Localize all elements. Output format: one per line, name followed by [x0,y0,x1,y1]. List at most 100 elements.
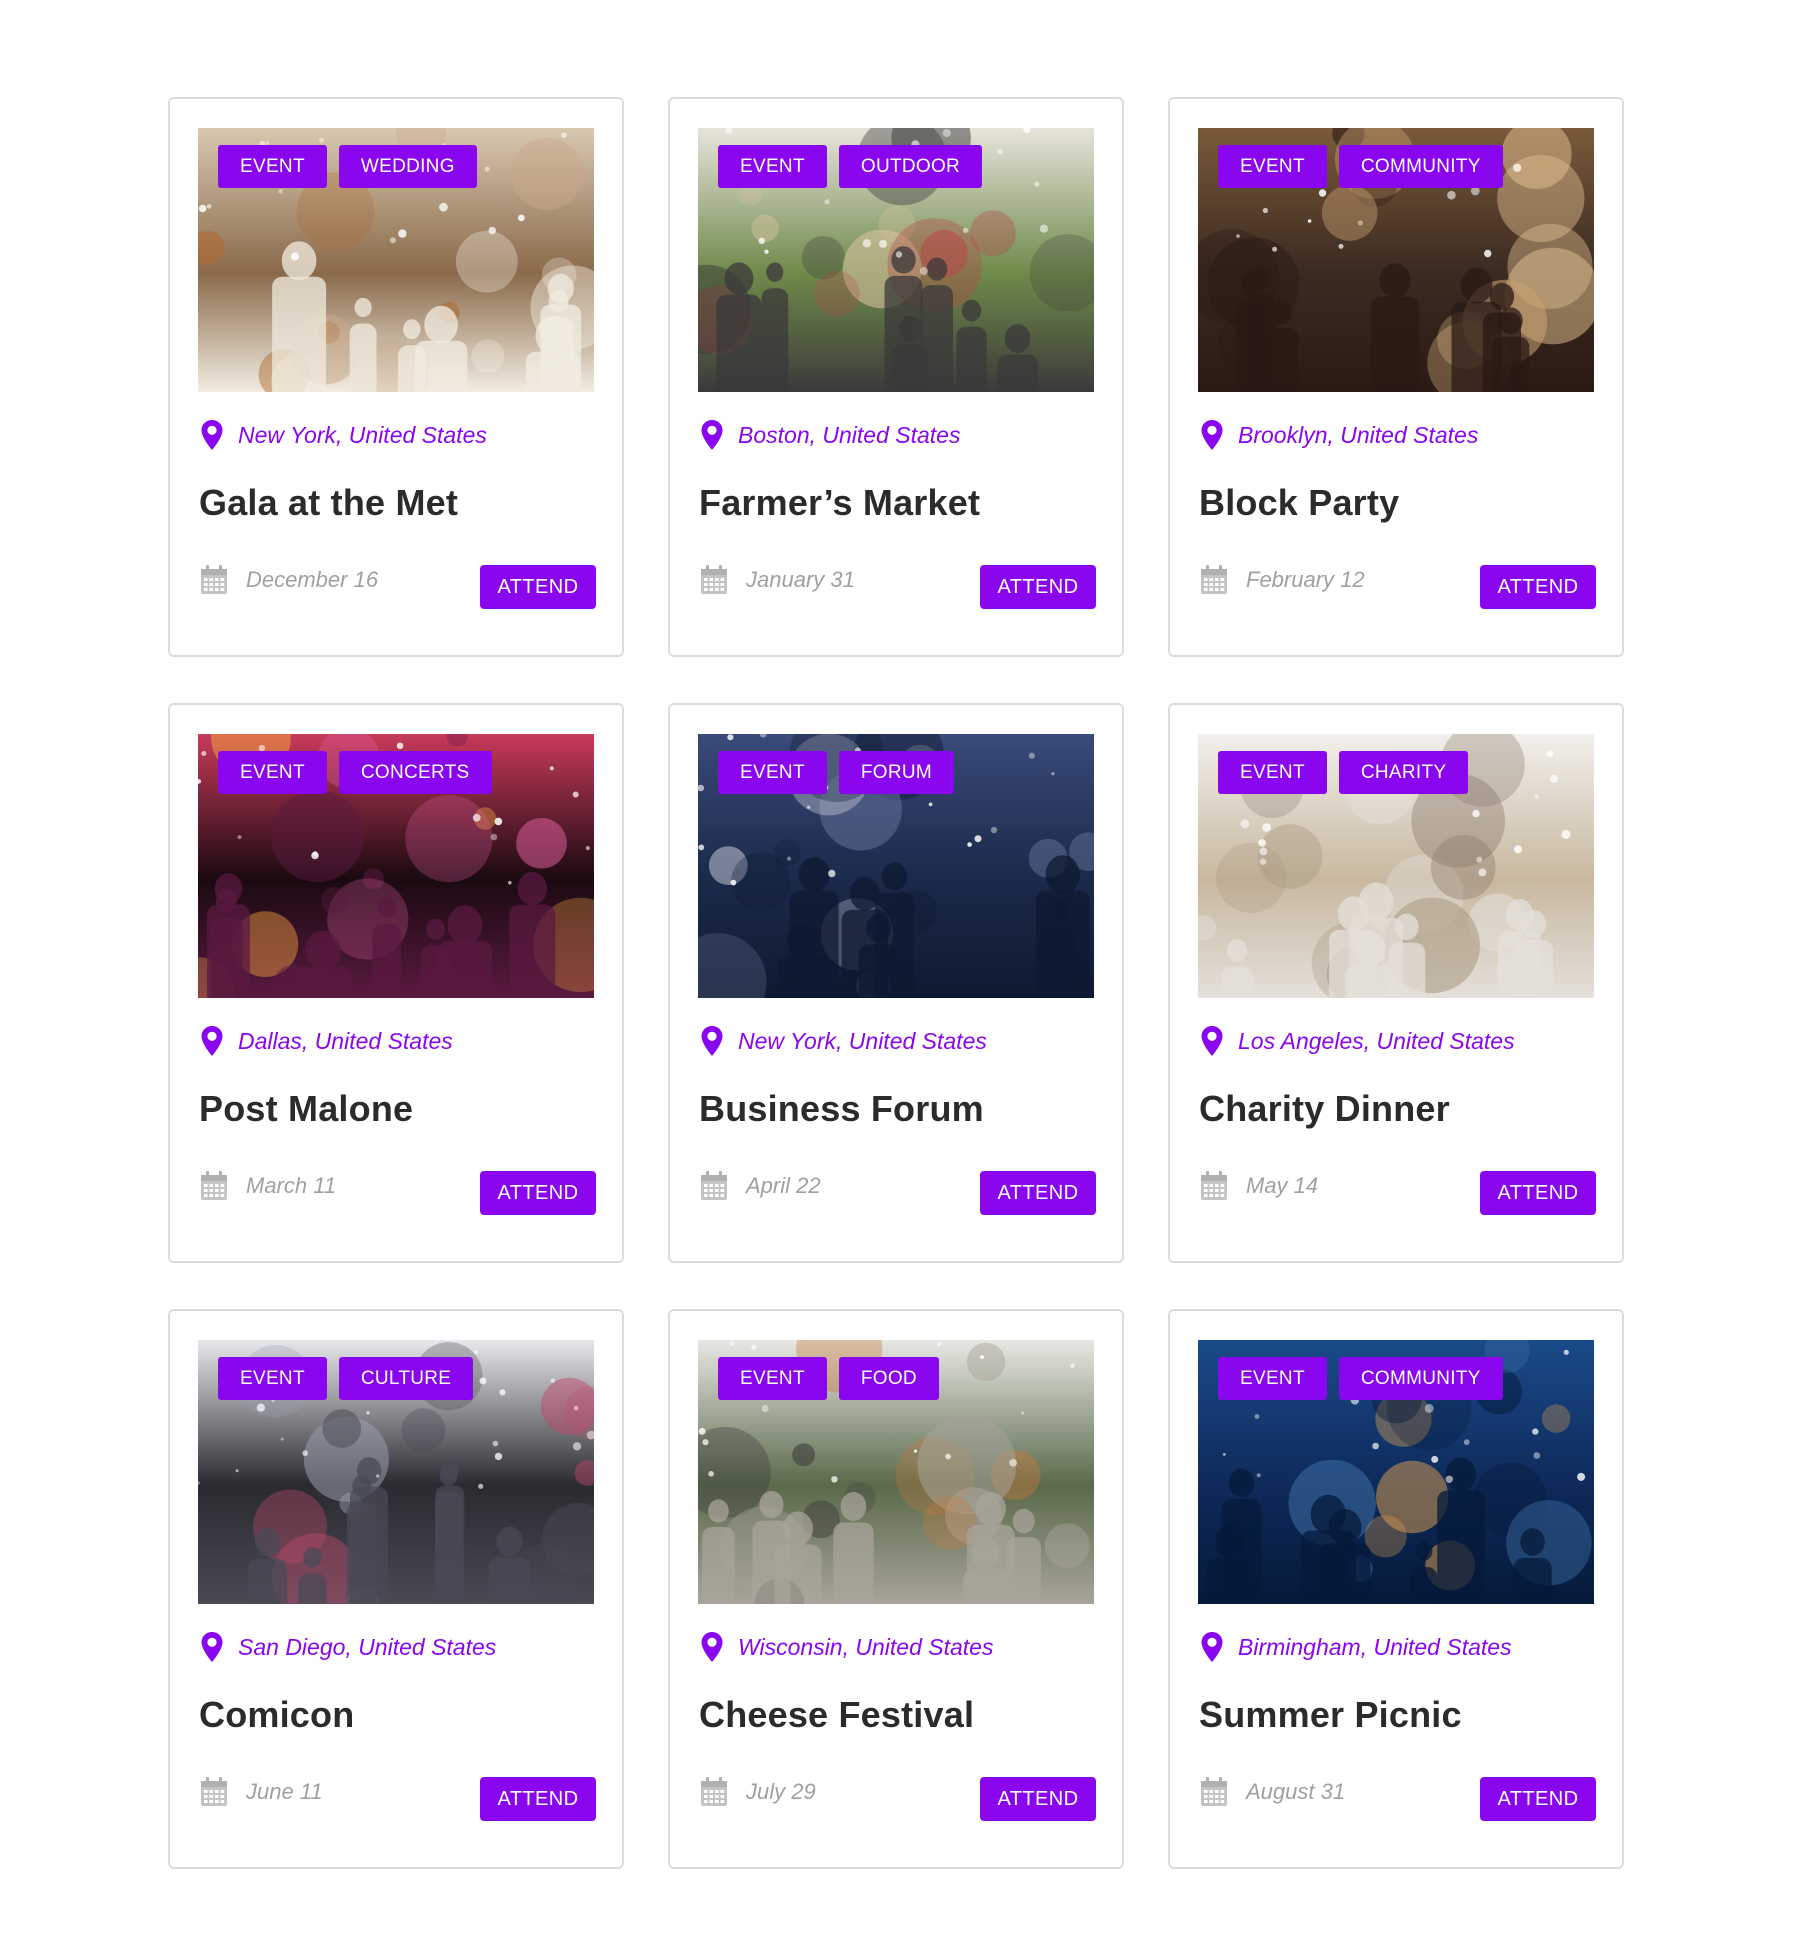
event-photo: EVENT COMMUNITY [1198,128,1594,392]
category-tag[interactable]: FORUM [838,751,955,794]
attend-button[interactable]: ATTEND [1480,1777,1596,1821]
event-title[interactable]: Gala at the Met [199,482,458,524]
category-tag[interactable]: EVENT [218,145,327,188]
event-grid: EVENT WEDDING New York, United States Gala … [168,97,1624,1869]
event-location: Boston, United States [738,421,961,448]
category-tag[interactable]: EVENT [1218,145,1327,188]
calendar-icon [1200,1777,1228,1807]
event-card: EVENT COMMUNITY Birmingham, United States S… [1168,1309,1624,1869]
category-tag[interactable]: CHARITY [1338,751,1469,794]
date-row: June 11 [200,1777,323,1807]
tag-list: EVENT FOOD [718,1357,939,1400]
category-tag[interactable]: COMMUNITY [1338,145,1503,188]
event-card: EVENT CONCERTS Dallas, United States Post M… [168,703,624,1263]
calendar-icon [1200,565,1228,595]
event-photo: EVENT OUTDOOR [698,128,1094,392]
location-row: Wisconsin, United States [700,1631,993,1663]
map-pin-icon [1200,419,1224,451]
location-row: New York, United States [200,419,487,451]
date-row: May 14 [1200,1171,1318,1201]
category-tag[interactable]: EVENT [218,1357,327,1400]
event-date: February 12 [1246,567,1365,592]
attend-button[interactable]: ATTEND [480,565,596,609]
date-row: January 31 [700,565,855,595]
category-tag[interactable]: CONCERTS [338,751,492,794]
map-pin-icon [700,1025,724,1057]
map-pin-icon [700,419,724,451]
event-title[interactable]: Cheese Festival [699,1694,974,1736]
event-date: April 22 [746,1173,821,1198]
category-tag[interactable]: EVENT [718,1357,827,1400]
calendar-icon [700,565,728,595]
category-tag[interactable]: FOOD [838,1357,939,1400]
location-row: San Diego, United States [200,1631,496,1663]
tag-list: EVENT CHARITY [1218,751,1469,794]
event-date: May 14 [1246,1173,1319,1198]
date-row: July 29 [700,1777,816,1807]
location-row: Los Angeles, United States [1200,1025,1515,1057]
event-photo: EVENT FOOD [698,1340,1094,1604]
category-tag[interactable]: EVENT [1218,1357,1327,1400]
calendar-icon [700,1171,728,1201]
date-row: April 22 [700,1171,821,1201]
calendar-icon [700,1777,728,1807]
attend-button[interactable]: ATTEND [480,1777,596,1821]
event-title[interactable]: Summer Picnic [1199,1694,1462,1736]
event-card: EVENT CULTURE San Diego, United States Comi… [168,1309,624,1869]
event-card: EVENT WEDDING New York, United States Gala … [168,97,624,657]
map-pin-icon [200,419,224,451]
location-row: New York, United States [700,1025,987,1057]
map-pin-icon [200,1025,224,1057]
event-date: December 16 [246,567,379,592]
category-tag[interactable]: EVENT [718,145,827,188]
map-pin-icon [200,1631,224,1663]
event-title[interactable]: Post Malone [199,1088,413,1130]
event-title[interactable]: Charity Dinner [1199,1088,1450,1130]
attend-button[interactable]: ATTEND [980,1777,1096,1821]
event-location: Dallas, United States [238,1027,453,1054]
category-tag[interactable]: COMMUNITY [1338,1357,1503,1400]
calendar-icon [200,565,228,595]
event-card: EVENT OUTDOOR Boston, United States Farmer’… [668,97,1124,657]
location-row: Dallas, United States [200,1025,453,1057]
event-title[interactable]: Block Party [1199,482,1399,524]
event-location: Brooklyn, United States [1238,421,1479,448]
category-tag[interactable]: EVENT [718,751,827,794]
attend-button[interactable]: ATTEND [1480,1171,1596,1215]
event-date: July 29 [746,1779,816,1804]
attend-button[interactable]: ATTEND [480,1171,596,1215]
event-location: San Diego, United States [238,1633,497,1660]
event-location: Wisconsin, United States [738,1633,994,1660]
tag-list: EVENT CONCERTS [218,751,492,794]
event-photo: EVENT COMMUNITY [1198,1340,1594,1604]
category-tag[interactable]: EVENT [1218,751,1327,794]
date-row: February 12 [1200,565,1365,595]
tag-list: EVENT WEDDING [218,145,477,188]
event-photo: EVENT CONCERTS [198,734,594,998]
date-row: August 31 [1200,1777,1345,1807]
event-title[interactable]: Farmer’s Market [699,482,980,524]
tag-list: EVENT CULTURE [218,1357,474,1400]
event-photo: EVENT FORUM [698,734,1094,998]
category-tag[interactable]: WEDDING [338,145,477,188]
event-date: August 31 [1246,1779,1346,1804]
event-card: EVENT FOOD Wisconsin, United States Cheese … [668,1309,1124,1869]
attend-button[interactable]: ATTEND [980,1171,1096,1215]
map-pin-icon [700,1631,724,1663]
event-card: EVENT FORUM New York, United States Busines… [668,703,1124,1263]
tag-list: EVENT FORUM [718,751,955,794]
event-photo: EVENT CHARITY [1198,734,1594,998]
category-tag[interactable]: CULTURE [338,1357,474,1400]
tag-list: EVENT COMMUNITY [1218,145,1503,188]
attend-button[interactable]: ATTEND [1480,565,1596,609]
category-tag[interactable]: OUTDOOR [838,145,983,188]
event-date: March 11 [246,1173,337,1198]
category-tag[interactable]: EVENT [218,751,327,794]
attend-button[interactable]: ATTEND [980,565,1096,609]
event-title[interactable]: Comicon [199,1694,354,1736]
event-title[interactable]: Business Forum [699,1088,984,1130]
event-location: Los Angeles, United States [1238,1027,1515,1054]
event-location: Birmingham, United States [1238,1633,1512,1660]
event-date: June 11 [246,1779,323,1804]
location-row: Birmingham, United States [1200,1631,1512,1663]
